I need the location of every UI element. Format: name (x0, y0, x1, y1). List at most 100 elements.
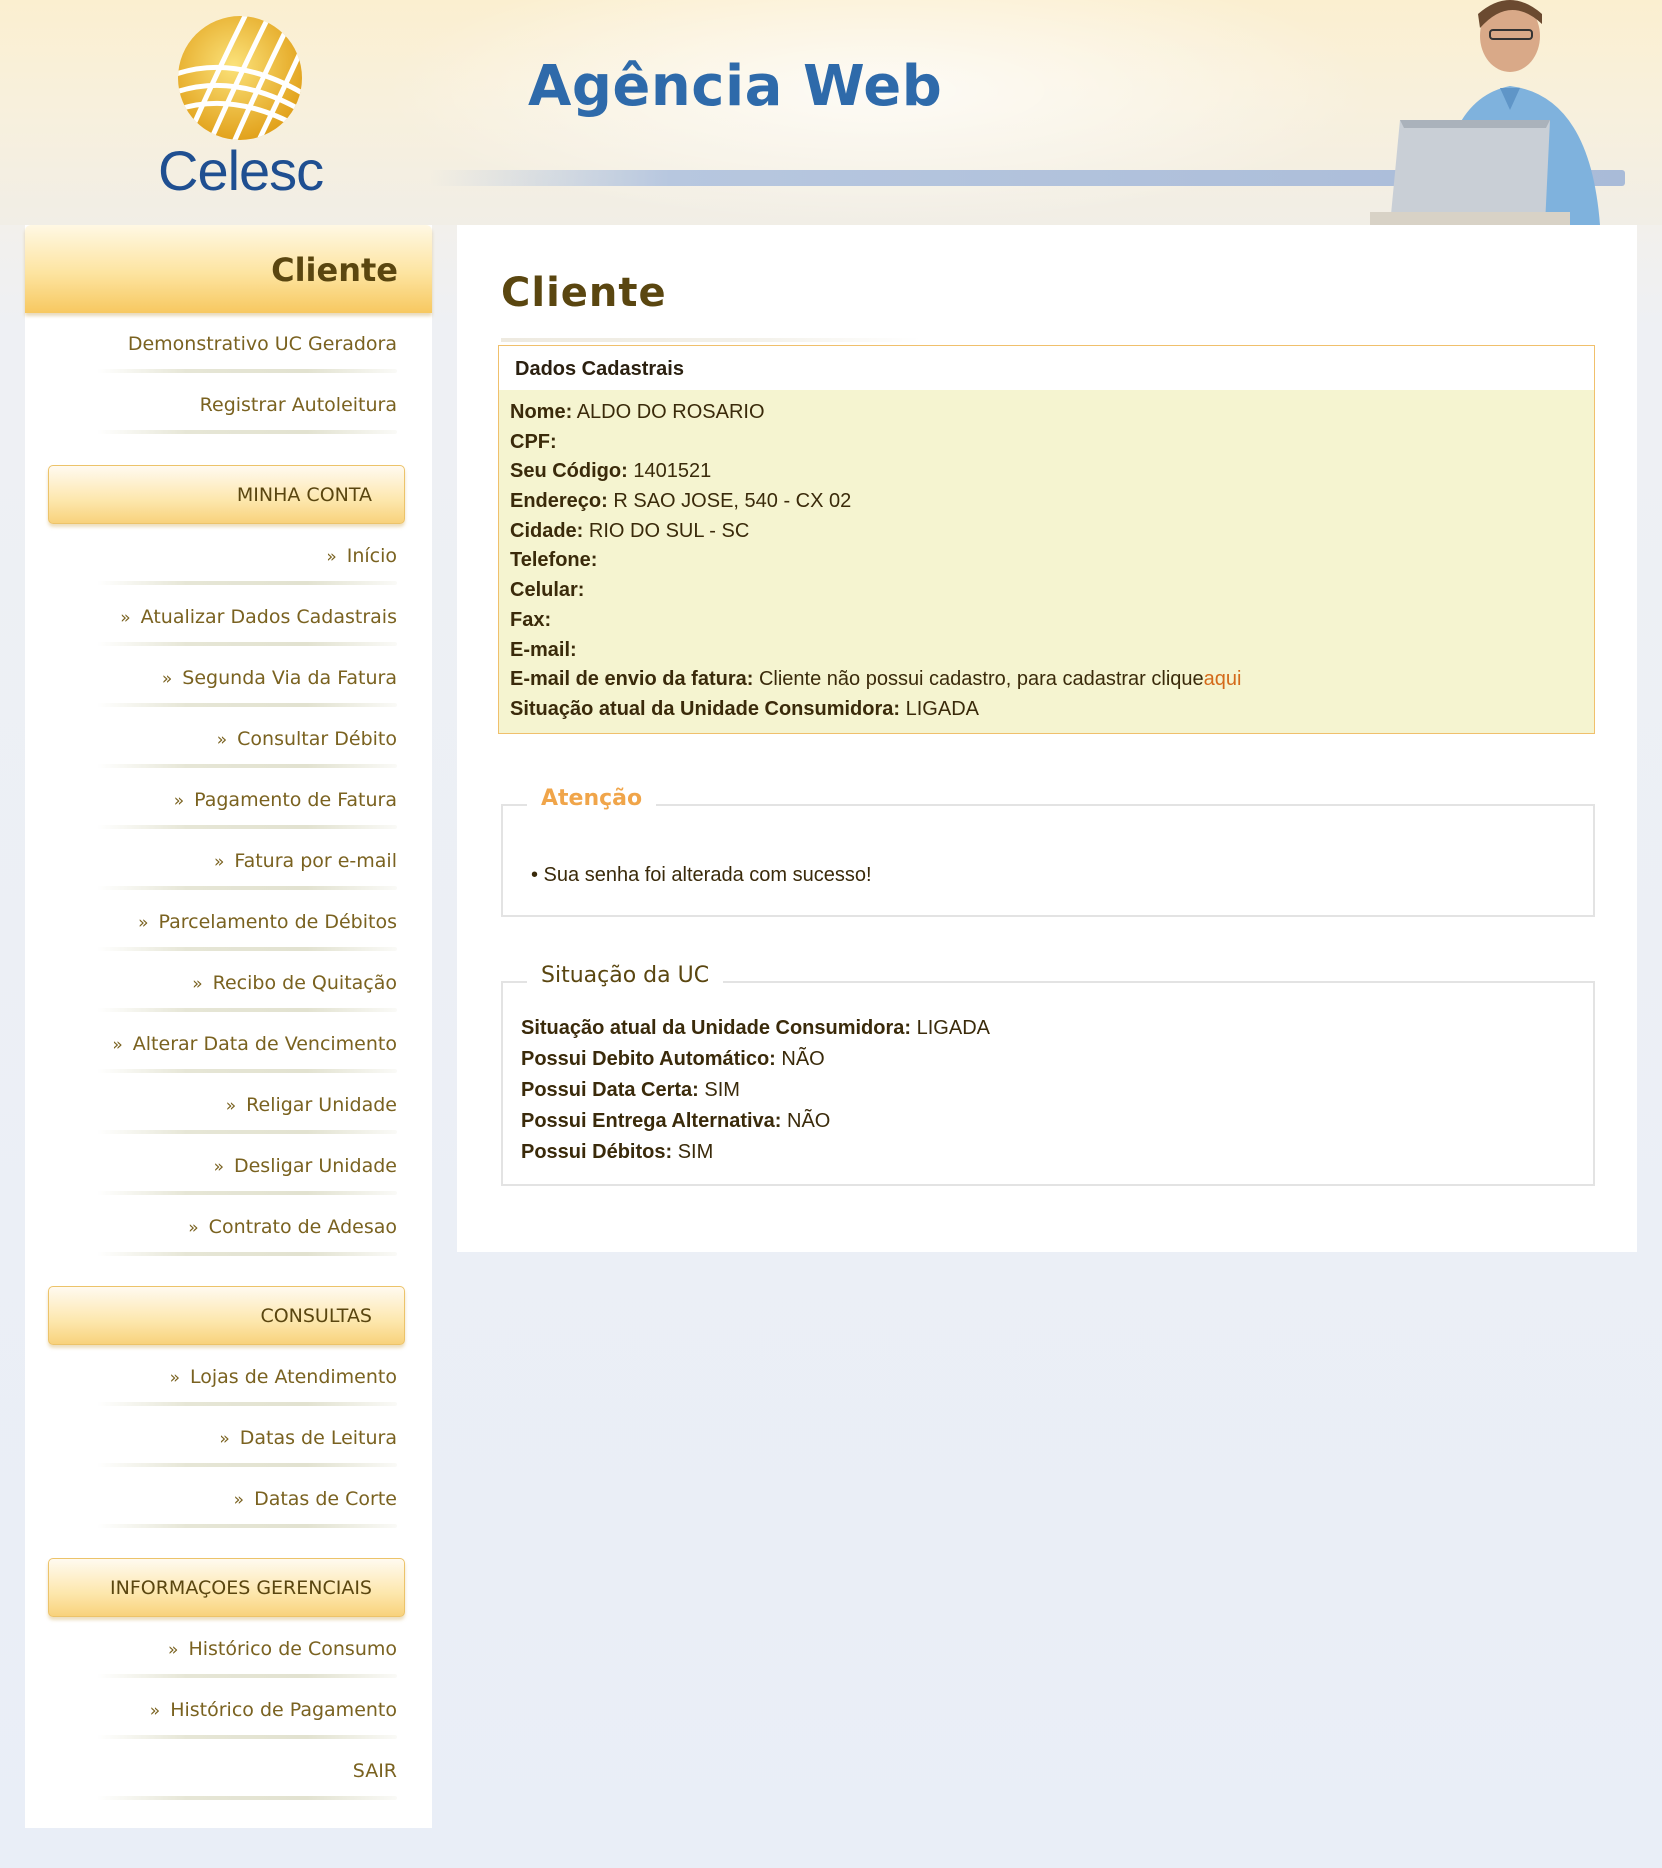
field-label: Fax: (510, 608, 552, 631)
nav-religar-unidade[interactable]: » Religar Unidade (75, 1074, 421, 1134)
nav-registrar-autoleitura[interactable]: Registrar Autoleitura (75, 374, 421, 434)
raquo-icon: » (188, 1218, 199, 1238)
field-value: ALDO DO ROSARIO (576, 401, 765, 423)
nav-label: Histórico de Consumo (188, 1638, 397, 1660)
situacao-atual: Situação atual da Unidade Consumidora: L… (521, 1013, 990, 1044)
raquo-icon: » (216, 730, 228, 750)
nav-datas-leitura[interactable]: » Datas de Leitura (75, 1407, 421, 1467)
field-value: LIGADA (905, 697, 979, 720)
field-label: Possui Debito Automático: (521, 1048, 776, 1070)
nav-segunda-via-fatura[interactable]: » Segunda Via da Fatura (75, 647, 421, 707)
raquo-icon: » (219, 1429, 230, 1449)
nav-label: Alterar Data de Vencimento (132, 1033, 397, 1055)
field-nome: Nome: ALDO DO ROSARIO (510, 398, 1583, 428)
nav-contrato-adesao[interactable]: » Contrato de Adesao (75, 1196, 421, 1256)
nav-pagamento-fatura[interactable]: » Pagamento de Fatura (75, 769, 421, 829)
field-celular: Celular: (510, 576, 1583, 606)
field-value: NÃO (787, 1110, 831, 1132)
nav-inicio[interactable]: » Início (75, 525, 421, 585)
field-codigo: Seu Código: 1401521 (510, 457, 1583, 487)
field-label: Possui Data Certa: (521, 1079, 699, 1101)
nav-desligar-unidade[interactable]: » Desligar Unidade (75, 1135, 421, 1195)
field-value: 1401521 (633, 460, 712, 483)
nav-label: Início (346, 545, 397, 567)
situacao-uc-body: Situação atual da Unidade Consumidora: L… (521, 1013, 990, 1168)
raquo-icon: » (112, 1035, 123, 1055)
nav-recibo-quitacao[interactable]: » Recibo de Quitação (75, 952, 421, 1012)
field-label: E-mail: (510, 638, 577, 661)
sidebar-title: Cliente (25, 225, 432, 313)
field-endereco: Endereço: R SAO JOSE, 540 - CX 02 (510, 487, 1583, 517)
field-label: Endereço: (510, 490, 608, 513)
celesc-logo-icon[interactable] (176, 14, 304, 142)
possui-debitos: Possui Débitos: SIM (521, 1137, 990, 1168)
field-value: SIM (704, 1079, 740, 1101)
field-label: E-mail de envio da fatura: (510, 668, 754, 691)
nav-label: Datas de Corte (254, 1488, 397, 1510)
nav-historico-consumo[interactable]: » Histórico de Consumo (75, 1618, 421, 1678)
dados-cadastrais-panel: Dados Cadastrais Nome: ALDO DO ROSARIO C… (498, 345, 1595, 734)
nav-alterar-data-vencimento[interactable]: » Alterar Data de Vencimento (75, 1013, 421, 1073)
nav-label: Histórico de Pagamento (170, 1699, 397, 1721)
nav-datas-corte[interactable]: » Datas de Corte (75, 1468, 421, 1528)
field-label: Possui Débitos: (521, 1141, 673, 1163)
field-fax: Fax: (510, 606, 1583, 636)
nav-sair[interactable]: SAIR (75, 1740, 421, 1800)
section-label: CONSULTAS (260, 1305, 372, 1327)
field-value: R SAO JOSE, 540 - CX 02 (613, 490, 852, 513)
field-cpf: CPF: (510, 428, 1583, 458)
field-label: Nome: (510, 401, 573, 423)
debito-automatico: Possui Debito Automático: NÃO (521, 1044, 990, 1075)
field-label: Situação atual da Unidade Consumidora: (510, 697, 901, 720)
section-label: MINHA CONTA (236, 484, 372, 506)
nav-label: Recibo de Quitação (212, 972, 397, 994)
raquo-icon: » (169, 1368, 180, 1388)
cadastrar-email-link[interactable]: aqui (1204, 668, 1242, 690)
nav-label: Fatura por e-mail (234, 850, 397, 872)
sidebar-title-label: Cliente (271, 251, 398, 289)
field-value: LIGADA (916, 1017, 990, 1039)
dados-cadastrais-heading: Dados Cadastrais (499, 346, 1594, 390)
nav-parcelamento-debitos[interactable]: » Parcelamento de Débitos (75, 891, 421, 951)
nav-label: Consultar Débito (237, 728, 397, 750)
main-content: Cliente Dados Cadastrais Nome: ALDO DO R… (457, 225, 1637, 1252)
field-label: Situação atual da Unidade Consumidora: (521, 1017, 912, 1039)
field-value: SIM (677, 1141, 714, 1163)
raquo-icon: » (213, 1157, 224, 1177)
dados-cadastrais-body: Nome: ALDO DO ROSARIO CPF: Seu Código: 1… (499, 390, 1594, 725)
nav-consultar-debito[interactable]: » Consultar Débito (75, 708, 421, 768)
field-email: E-mail: (510, 636, 1583, 666)
nav-label: Registrar Autoleitura (199, 394, 397, 416)
data-certa: Possui Data Certa: SIM (521, 1075, 990, 1106)
nav-label: Datas de Leitura (239, 1427, 397, 1449)
field-label: Seu Código: (510, 460, 628, 483)
nav-label: SAIR (352, 1760, 397, 1782)
section-informacoes-gerenciais: INFORMAÇOES GERENCIAIS (48, 1558, 405, 1617)
nav-fatura-por-email[interactable]: » Fatura por e-mail (75, 830, 421, 890)
nav-historico-pagamento[interactable]: » Histórico de Pagamento (75, 1679, 421, 1739)
atencao-legend: Atenção (527, 786, 657, 811)
raquo-icon: » (120, 608, 131, 628)
raquo-icon: » (138, 913, 149, 933)
field-situacao-uc: Situação atual da Unidade Consumidora: L… (510, 695, 1583, 725)
field-email-envio-fatura: E-mail de envio da fatura: Cliente não p… (510, 665, 1583, 695)
nav-label: Pagamento de Fatura (194, 789, 397, 811)
raquo-icon: » (225, 1096, 237, 1116)
nav-label: Parcelamento de Débitos (158, 911, 397, 933)
sidebar: Cliente Demonstrativo UC Geradora Regist… (25, 225, 432, 1828)
nav-demonstrativo-uc-geradora[interactable]: Demonstrativo UC Geradora (75, 313, 421, 373)
page-header: Celesc Agência Web (0, 0, 1662, 225)
celesc-logo-text[interactable]: Celesc (158, 138, 324, 203)
nav-label: Demonstrativo UC Geradora (127, 333, 397, 355)
raquo-icon: » (161, 669, 173, 689)
field-label: CPF: (510, 430, 557, 453)
field-label: Telefone: (510, 549, 598, 572)
nav-lojas-atendimento[interactable]: » Lojas de Atendimento (75, 1346, 421, 1406)
page-title: Cliente (501, 270, 667, 316)
section-label: INFORMAÇOES GERENCIAIS (110, 1577, 372, 1599)
nav-label: Lojas de Atendimento (189, 1366, 397, 1388)
nav-atualizar-dados-cadastrais[interactable]: » Atualizar Dados Cadastrais (75, 586, 421, 646)
field-label: Celular: (510, 579, 585, 602)
nav-label: Atualizar Dados Cadastrais (140, 606, 397, 628)
field-label: Possui Entrega Alternativa: (521, 1110, 782, 1132)
